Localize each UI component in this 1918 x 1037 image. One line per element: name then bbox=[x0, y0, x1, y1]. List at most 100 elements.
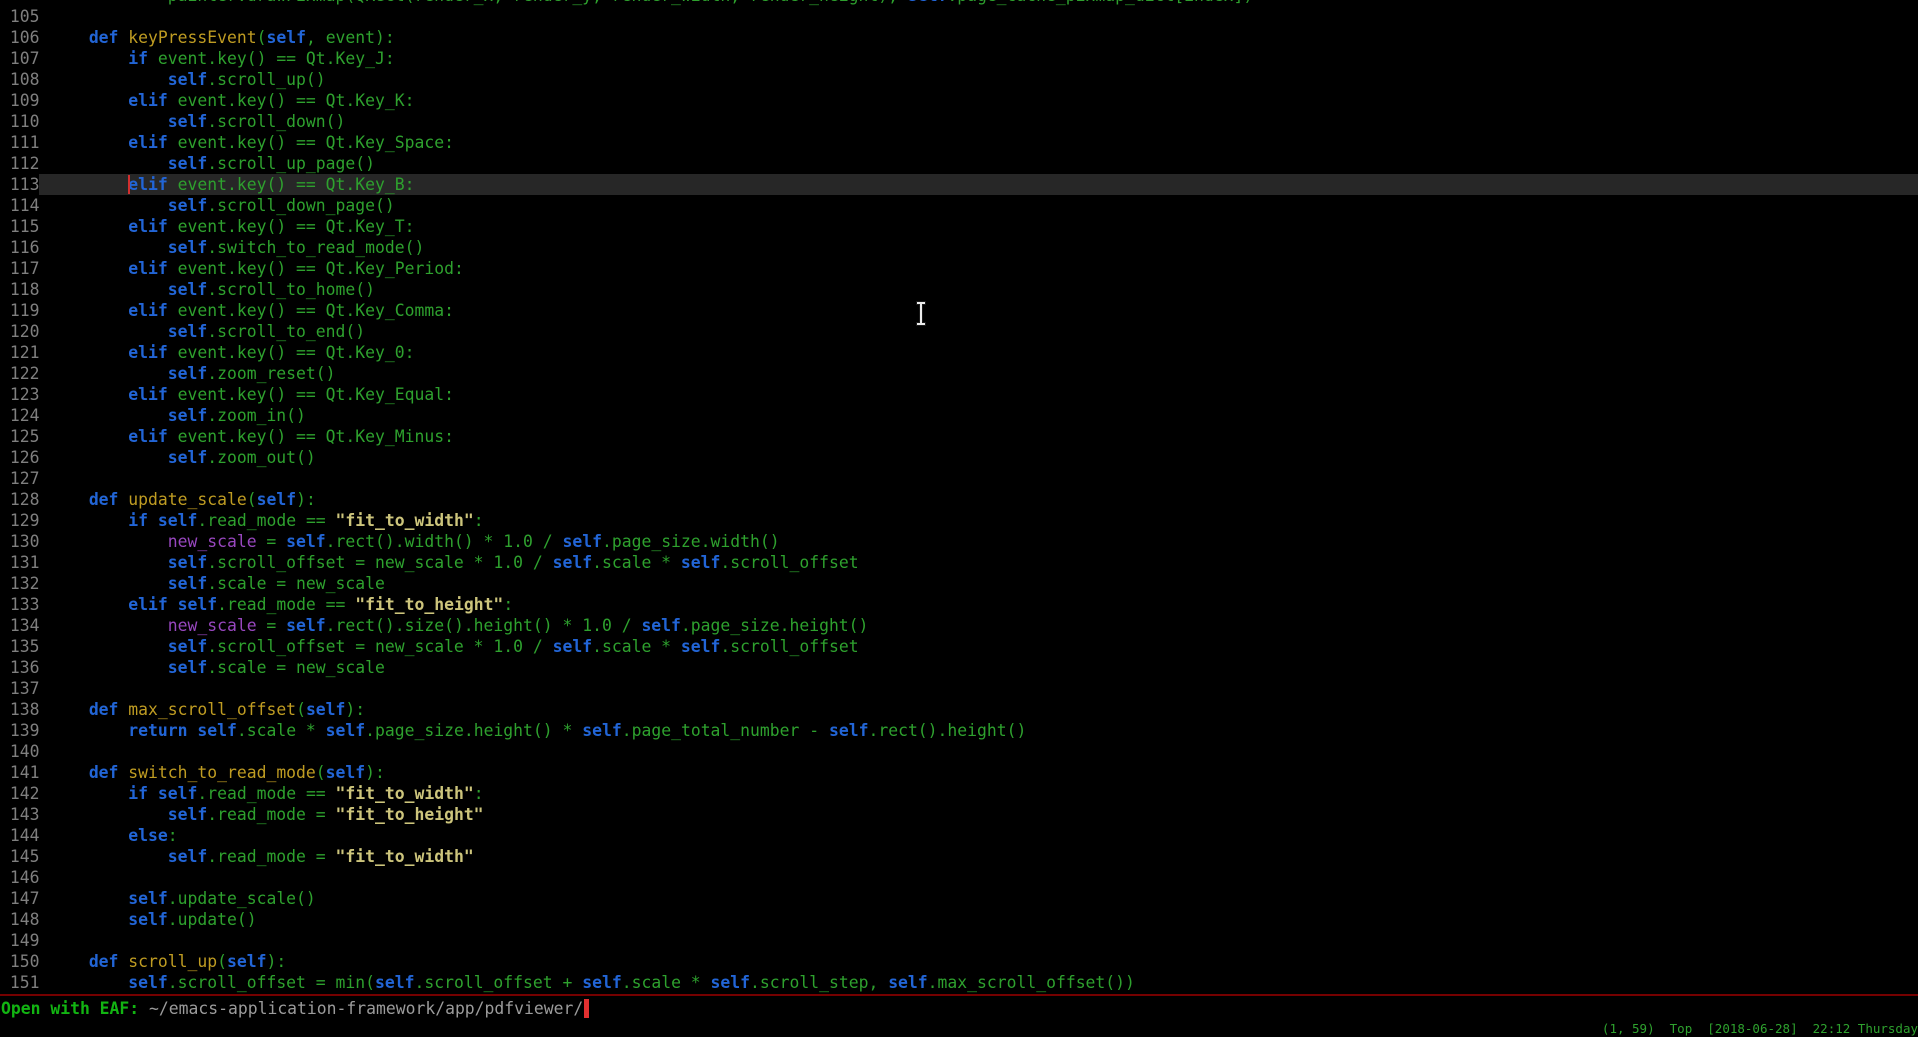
code-line[interactable]: 108 self.scroll_up() bbox=[0, 69, 1918, 90]
code-line[interactable]: 144 else: bbox=[0, 825, 1918, 846]
code-text: self.zoom_in() bbox=[39, 405, 1918, 426]
code-text: def update_scale(self): bbox=[39, 489, 1918, 510]
code-line[interactable]: 133 elif self.read_mode == "fit_to_heigh… bbox=[0, 594, 1918, 615]
code-text: def max_scroll_offset(self): bbox=[39, 699, 1918, 720]
code-line[interactable]: 131 self.scroll_offset = new_scale * 1.0… bbox=[0, 552, 1918, 573]
line-number: 141 bbox=[0, 762, 39, 783]
code-line[interactable]: 126 self.zoom_out() bbox=[0, 447, 1918, 468]
line-number: 128 bbox=[0, 489, 39, 510]
line-number: 140 bbox=[0, 741, 39, 762]
line-number: 110 bbox=[0, 111, 39, 132]
code-line[interactable]: 135 self.scroll_offset = new_scale * 1.0… bbox=[0, 636, 1918, 657]
mouse-ibeam-cursor bbox=[916, 301, 927, 326]
code-line[interactable]: 146 bbox=[0, 867, 1918, 888]
code-text: self.zoom_reset() bbox=[39, 363, 1918, 384]
line-number: 138 bbox=[0, 699, 39, 720]
code-line[interactable]: 115 elif event.key() == Qt.Key_T: bbox=[0, 216, 1918, 237]
code-text: self.update() bbox=[39, 909, 1918, 930]
code-text: if self.read_mode == "fit_to_width": bbox=[39, 510, 1918, 531]
code-line[interactable]: 139 return self.scale * self.page_size.h… bbox=[0, 720, 1918, 741]
line-number: 105 bbox=[0, 6, 39, 27]
code-line[interactable]: 125 elif event.key() == Qt.Key_Minus: bbox=[0, 426, 1918, 447]
line-number: 130 bbox=[0, 531, 39, 552]
line-number: 149 bbox=[0, 930, 39, 951]
code-text: return self.scale * self.page_size.heigh… bbox=[39, 720, 1918, 741]
code-text: self.read_mode = "fit_to_width" bbox=[39, 846, 1918, 867]
code-line[interactable]: 147 self.update_scale() bbox=[0, 888, 1918, 909]
code-line[interactable]: 111 elif event.key() == Qt.Key_Space: bbox=[0, 132, 1918, 153]
code-line[interactable]: 120 self.scroll_to_end() bbox=[0, 321, 1918, 342]
code-line[interactable]: 143 self.read_mode = "fit_to_height" bbox=[0, 804, 1918, 825]
code-text bbox=[39, 741, 1918, 762]
code-line[interactable]: 148 self.update() bbox=[0, 909, 1918, 930]
code-text: self.scroll_offset = new_scale * 1.0 / s… bbox=[39, 636, 1918, 657]
minibuffer-input[interactable]: ~/emacs-application-framework/app/pdfvie… bbox=[149, 998, 583, 1019]
line-number: 124 bbox=[0, 405, 39, 426]
line-number: 120 bbox=[0, 321, 39, 342]
code-text: self.scroll_down() bbox=[39, 111, 1918, 132]
line-number: 106 bbox=[0, 27, 39, 48]
code-line[interactable]: 137 bbox=[0, 678, 1918, 699]
code-line[interactable]: 107 if event.key() == Qt.Key_J: bbox=[0, 48, 1918, 69]
code-line[interactable]: 119 elif event.key() == Qt.Key_Comma: bbox=[0, 300, 1918, 321]
code-line[interactable]: 118 self.scroll_to_home() bbox=[0, 279, 1918, 300]
code-text: else: bbox=[39, 825, 1918, 846]
code-line[interactable]: 151 self.scroll_offset = min(self.scroll… bbox=[0, 972, 1918, 993]
code-line[interactable]: 150 def scroll_up(self): bbox=[0, 951, 1918, 972]
code-text: elif event.key() == Qt.Key_K: bbox=[39, 90, 1918, 111]
code-line[interactable]: 123 elif event.key() == Qt.Key_Equal: bbox=[0, 384, 1918, 405]
minibuffer-text-cursor bbox=[584, 999, 589, 1018]
line-number: 132 bbox=[0, 573, 39, 594]
code-line[interactable]: 140 bbox=[0, 741, 1918, 762]
code-line[interactable]: 116 self.switch_to_read_mode() bbox=[0, 237, 1918, 258]
code-text: elif event.key() == Qt.Key_Equal: bbox=[39, 384, 1918, 405]
code-line[interactable]: 138 def max_scroll_offset(self): bbox=[0, 699, 1918, 720]
code-line[interactable]: 112 self.scroll_up_page() bbox=[0, 153, 1918, 174]
line-number: 145 bbox=[0, 846, 39, 867]
text-cursor bbox=[128, 175, 130, 194]
code-text bbox=[39, 678, 1918, 699]
code-line[interactable]: 134 new_scale = self.rect().size().heigh… bbox=[0, 615, 1918, 636]
code-line[interactable]: 127 bbox=[0, 468, 1918, 489]
code-text: elif event.key() == Qt.Key_Minus: bbox=[39, 426, 1918, 447]
code-text: elif self.read_mode == "fit_to_height": bbox=[39, 594, 1918, 615]
code-line[interactable]: 117 elif event.key() == Qt.Key_Period: bbox=[0, 258, 1918, 279]
line-number: 148 bbox=[0, 909, 39, 930]
code-line[interactable]: 145 self.read_mode = "fit_to_width" bbox=[0, 846, 1918, 867]
code-line[interactable]: 105 bbox=[0, 6, 1918, 27]
code-line[interactable]: 130 new_scale = self.rect().width() * 1.… bbox=[0, 531, 1918, 552]
line-number: 134 bbox=[0, 615, 39, 636]
code-line[interactable]: 113 elif event.key() == Qt.Key_B: bbox=[0, 174, 1918, 195]
code-line[interactable]: 128 def update_scale(self): bbox=[0, 489, 1918, 510]
code-line[interactable]: 114 self.scroll_down_page() bbox=[0, 195, 1918, 216]
emacs-frame: painter.drawPixmap(QRect(render_x, rende… bbox=[0, 0, 1918, 1037]
line-number: 151 bbox=[0, 972, 39, 993]
code-text bbox=[39, 867, 1918, 888]
line-number: 112 bbox=[0, 153, 39, 174]
code-text bbox=[39, 930, 1918, 951]
minibuffer[interactable]: Open with EAF: ~/emacs-application-frame… bbox=[1, 998, 589, 1019]
line-number: 142 bbox=[0, 783, 39, 804]
code-line[interactable]: 142 if self.read_mode == "fit_to_width": bbox=[0, 783, 1918, 804]
code-buffer[interactable]: painter.drawPixmap(QRect(render_x, rende… bbox=[0, 0, 1918, 993]
code-line[interactable]: 141 def switch_to_read_mode(self): bbox=[0, 762, 1918, 783]
code-text bbox=[39, 6, 1918, 27]
code-line[interactable]: 149 bbox=[0, 930, 1918, 951]
code-text: elif event.key() == Qt.Key_B: bbox=[39, 174, 1918, 195]
code-line[interactable]: 129 if self.read_mode == "fit_to_width": bbox=[0, 510, 1918, 531]
code-line[interactable]: 109 elif event.key() == Qt.Key_K: bbox=[0, 90, 1918, 111]
code-line[interactable]: 136 self.scale = new_scale bbox=[0, 657, 1918, 678]
code-line[interactable]: 122 self.zoom_reset() bbox=[0, 363, 1918, 384]
line-number: 150 bbox=[0, 951, 39, 972]
line-number: 117 bbox=[0, 258, 39, 279]
code-line[interactable]: 132 self.scale = new_scale bbox=[0, 573, 1918, 594]
code-line[interactable]: 121 elif event.key() == Qt.Key_0: bbox=[0, 342, 1918, 363]
code-text: self.scroll_up() bbox=[39, 69, 1918, 90]
code-text: self.scroll_offset = min(self.scroll_off… bbox=[39, 972, 1918, 993]
line-number: 125 bbox=[0, 426, 39, 447]
code-line[interactable]: 110 self.scroll_down() bbox=[0, 111, 1918, 132]
code-line[interactable]: 124 self.zoom_in() bbox=[0, 405, 1918, 426]
code-text: self.scroll_to_end() bbox=[39, 321, 1918, 342]
line-number: 147 bbox=[0, 888, 39, 909]
code-line[interactable]: 106 def keyPressEvent(self, event): bbox=[0, 27, 1918, 48]
